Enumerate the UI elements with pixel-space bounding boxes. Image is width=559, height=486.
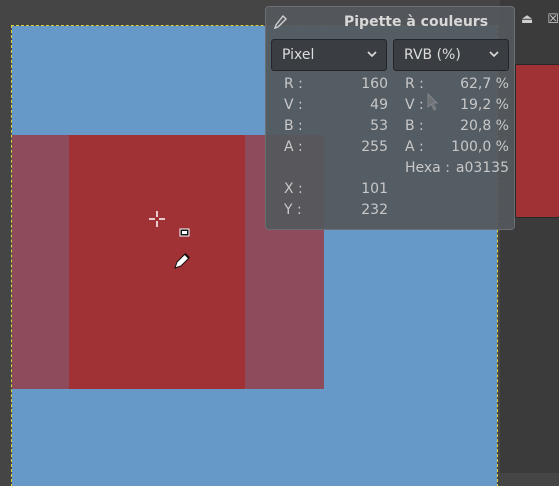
chevron-down-icon xyxy=(367,51,377,58)
color-model-select[interactable]: RVB (%) xyxy=(393,39,509,71)
hex-label: Hexa : xyxy=(405,160,450,176)
sample-mode-label: Pixel xyxy=(282,47,315,63)
hex-value[interactable]: a03135 xyxy=(456,160,509,176)
color-model-label: RVB (%) xyxy=(404,47,461,63)
dialog-header: Pipette à couleurs xyxy=(266,7,514,37)
color-preview-swatch xyxy=(515,64,559,218)
position-label: X : xyxy=(284,181,303,197)
position-value: 101 xyxy=(361,181,388,197)
percent-value: 100,0 % xyxy=(451,139,509,155)
sample-mode-select[interactable]: Pixel xyxy=(271,39,387,71)
percent-label: V : xyxy=(405,97,424,113)
pixel-label: R : xyxy=(284,76,303,92)
red-rectangle xyxy=(69,135,245,389)
position-label: Y : xyxy=(284,202,302,218)
percent-label: A : xyxy=(405,139,424,155)
close-icon[interactable]: ☒ xyxy=(547,13,559,27)
percent-value: 62,7 % xyxy=(460,76,509,92)
pixel-value: 49 xyxy=(370,97,388,113)
eject-icon[interactable]: ⏏ xyxy=(521,13,533,27)
pixel-value: 160 xyxy=(361,76,388,92)
dialog-title: Pipette à couleurs xyxy=(344,14,489,30)
percent-label: B : xyxy=(405,118,424,134)
percent-value: 19,2 % xyxy=(460,97,509,113)
color-picker-dialog: Pipette à couleurs Pixel RVB (%) R : 160… xyxy=(265,6,515,230)
percent-value: 20,8 % xyxy=(460,118,509,134)
pixel-label: V : xyxy=(284,97,303,113)
position-value: 232 xyxy=(361,202,388,218)
chevron-down-icon xyxy=(489,51,499,58)
pixel-label: B : xyxy=(284,118,303,134)
pixel-label: A : xyxy=(284,139,303,155)
mouse-pointer-icon xyxy=(427,93,438,111)
eyedropper-cursor-icon xyxy=(174,228,190,269)
eyedropper-icon xyxy=(273,14,287,30)
selection-tint-left xyxy=(12,135,69,389)
pixel-value: 53 xyxy=(370,118,388,134)
crosshair-cursor-icon xyxy=(149,211,165,227)
pixel-value: 255 xyxy=(361,139,388,155)
percent-label: R : xyxy=(405,76,424,92)
